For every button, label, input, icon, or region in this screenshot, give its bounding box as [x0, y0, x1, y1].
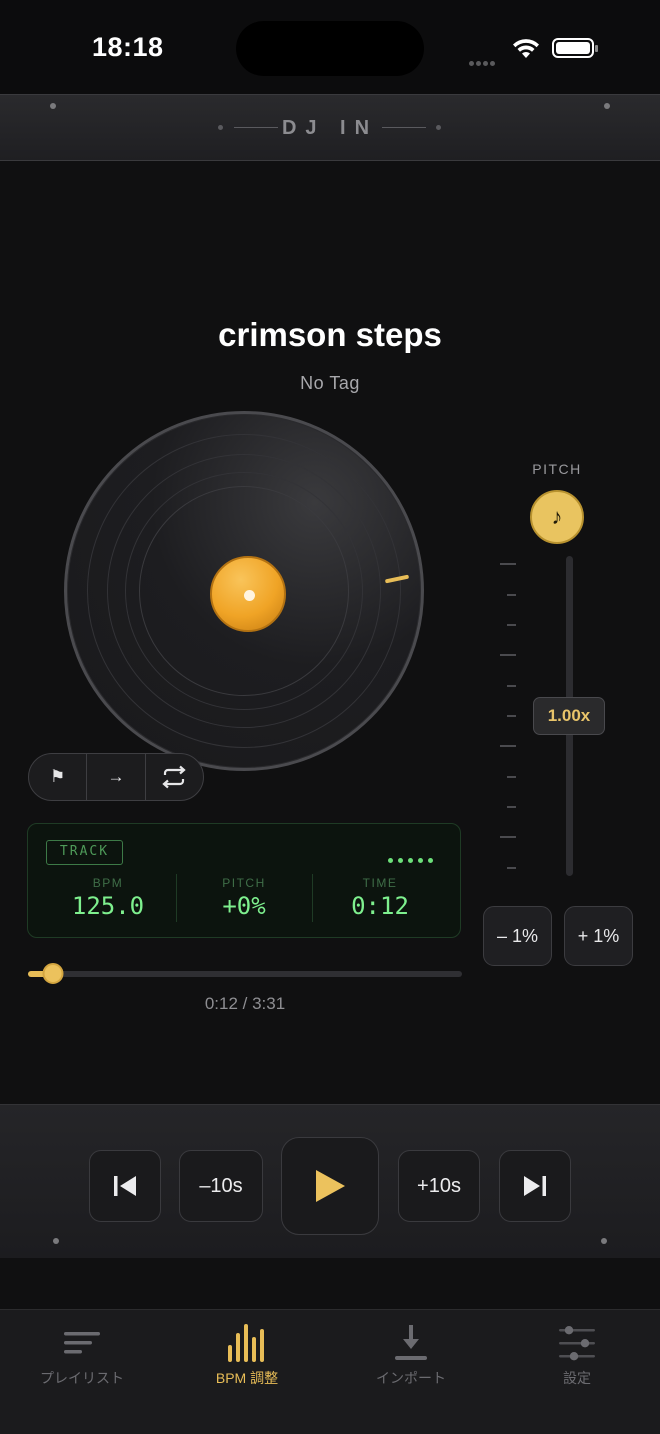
rewind-10s-button[interactable]: –10s	[179, 1150, 263, 1222]
seek-thumb[interactable]	[42, 963, 64, 984]
tab-bpm[interactable]: BPM 調整	[172, 1320, 322, 1388]
lcd-status-dots	[388, 850, 438, 868]
tab-settings[interactable]: 設定	[502, 1320, 652, 1388]
play-button[interactable]	[281, 1137, 379, 1235]
pitch-scale-tick	[507, 806, 516, 808]
tab-import[interactable]: インポート	[336, 1320, 486, 1388]
tab-playlist-label: プレイリスト	[40, 1370, 124, 1386]
playback-time: 0:12 / 3:31	[204, 994, 286, 1013]
play-icon	[316, 1170, 345, 1202]
battery-icon	[552, 38, 598, 58]
tab-bar: プレイリスト BPM 調整 インポート 設定	[0, 1309, 660, 1434]
pitch-scale-tick	[507, 624, 516, 626]
lcd-pitch-label: PITCH	[222, 876, 266, 890]
pitch-label: PITCH	[532, 461, 582, 477]
pitch-scale-tick	[500, 745, 516, 747]
skip-forward-icon	[524, 1176, 546, 1196]
status-bar: 18:18	[0, 0, 660, 94]
lcd-display: TRACK BPM 125.0 PITCH +0% TIME 0:12	[27, 823, 461, 938]
cue-flag-button[interactable]: ⚑	[29, 754, 88, 800]
lcd-bpm-label: BPM	[92, 876, 124, 890]
pitch-minus-button[interactable]: – 1%	[483, 906, 552, 966]
tab-bpm-label: BPM 調整	[215, 1370, 279, 1386]
turntable-platter[interactable]	[64, 411, 424, 771]
tab-settings-label: 設定	[563, 1370, 591, 1386]
record-label	[210, 556, 286, 632]
pitch-scale-tick	[500, 654, 516, 656]
pitch-plus-button[interactable]: + 1%	[564, 906, 633, 966]
app-title: DJ IN	[281, 117, 379, 139]
loop-icon	[162, 765, 186, 789]
import-icon	[395, 1325, 427, 1360]
seek-slider[interactable]	[28, 963, 462, 984]
pitch-scale-tick	[507, 685, 516, 687]
transport-panel: –10s +10s	[0, 1104, 660, 1258]
header-plate: DJ IN	[0, 94, 660, 161]
music-note-icon: ♪	[551, 504, 563, 529]
tab-import-label: インポート	[376, 1370, 446, 1386]
track-tag[interactable]: No Tag	[0, 373, 660, 394]
lcd-time-label: TIME	[362, 876, 398, 890]
lcd-bpm-value: 125.0	[71, 892, 145, 920]
lcd-time-value: 0:12	[351, 892, 409, 920]
cue-control-group: ⚑ →	[28, 753, 204, 801]
screw-icon	[50, 103, 56, 109]
screw-icon	[604, 103, 610, 109]
tab-playlist[interactable]: プレイリスト	[7, 1320, 157, 1388]
status-time: 18:18	[92, 32, 164, 62]
previous-track-button[interactable]	[89, 1150, 161, 1222]
bpm-bars-icon	[228, 1324, 264, 1362]
next-track-button[interactable]	[499, 1150, 571, 1222]
lcd-pitch-value: +0%	[222, 892, 266, 920]
settings-sliders-icon	[559, 1326, 595, 1361]
screw-icon	[601, 1238, 607, 1244]
track-title: crimson steps	[218, 316, 442, 353]
cue-jump-button[interactable]: →	[87, 754, 146, 800]
lcd-badge: TRACK	[46, 840, 123, 865]
pitch-scale-tick	[507, 594, 516, 596]
pitch-slider-handle[interactable]: 1.00x	[533, 697, 605, 735]
wifi-icon	[513, 39, 539, 58]
pitch-scale-tick	[500, 563, 516, 565]
cellular-signal-icon	[469, 53, 497, 71]
arrow-right-icon: →	[107, 767, 125, 786]
dynamic-island	[236, 21, 424, 76]
pitch-scale-tick	[507, 715, 516, 717]
loop-button[interactable]	[146, 754, 203, 800]
pitch-scale-tick	[500, 836, 516, 838]
skip-back-icon	[114, 1176, 136, 1196]
pitch-scale-tick	[507, 867, 516, 869]
playlist-icon	[64, 1332, 100, 1354]
lcd-pitch: PITCH +0%	[176, 876, 312, 920]
lcd-time: TIME 0:12	[312, 876, 448, 920]
pitch-scale-tick	[507, 776, 516, 778]
lcd-bpm: BPM 125.0	[40, 876, 176, 920]
forward-10s-button[interactable]: +10s	[398, 1150, 480, 1222]
flag-icon: ⚑	[50, 767, 66, 786]
pitch-reset-button[interactable]: ♪	[530, 490, 584, 544]
spindle	[244, 590, 255, 601]
screw-icon	[53, 1238, 59, 1244]
